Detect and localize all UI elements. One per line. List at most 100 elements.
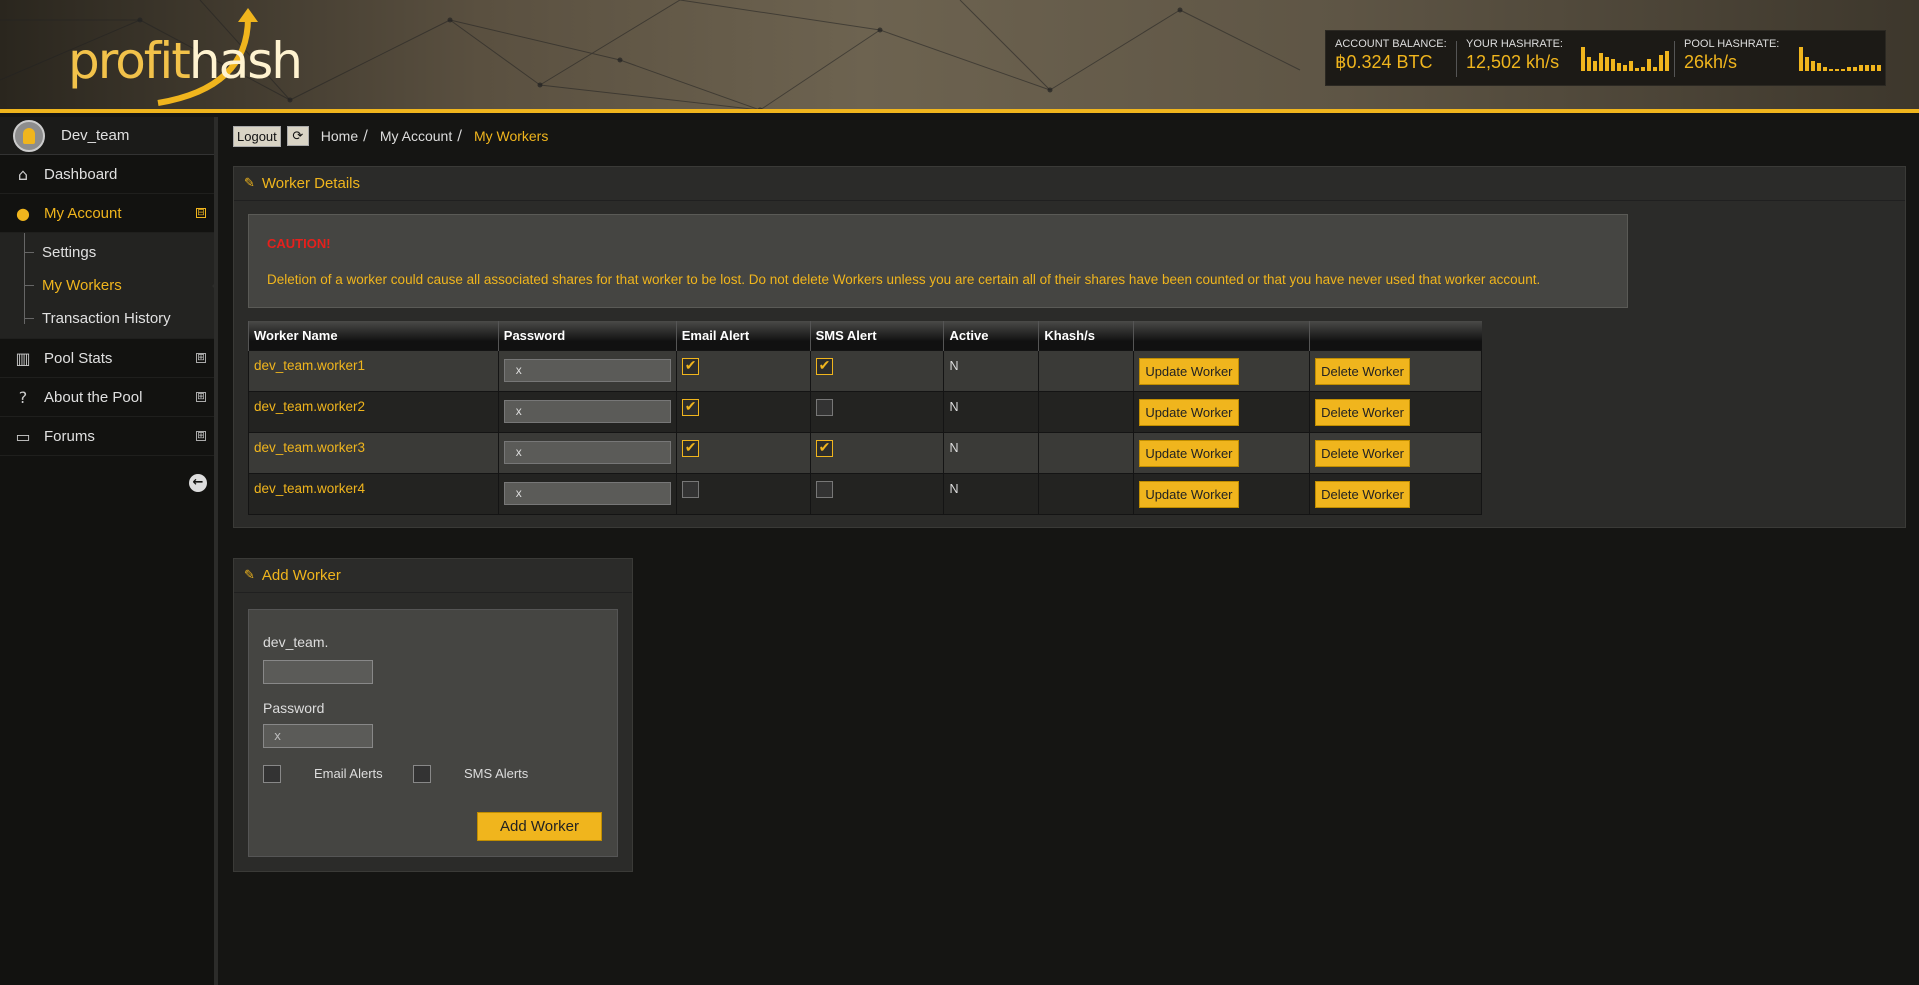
stat-divider xyxy=(1674,41,1675,77)
sidebar-subitem-settings[interactable]: Settings xyxy=(0,236,214,269)
column-header: Khash/s xyxy=(1038,321,1134,350)
email-alert-checkbox[interactable] xyxy=(681,357,699,375)
user-name: Dev_team xyxy=(61,127,130,144)
password-label: Password xyxy=(263,700,325,716)
caution-message: Deletion of a worker could cause all ass… xyxy=(267,272,1541,287)
active-status: N xyxy=(949,440,959,455)
add-worker-button[interactable]: Add Worker xyxy=(477,812,602,841)
sidebar-subitem-transaction-history[interactable]: Transaction History xyxy=(0,302,214,335)
table-row: dev_team.worker4 x N Update Worker Delet… xyxy=(248,472,1482,515)
sms-alert-checkbox[interactable] xyxy=(815,439,833,457)
breadcrumb-my-account[interactable]: My Account xyxy=(380,128,452,144)
expand-toggle-icon[interactable]: ⊞ xyxy=(196,431,206,441)
add-worker-panel: ✎ Add Worker dev_team. Password x Email … xyxy=(233,558,633,872)
sms-alert-checkbox[interactable] xyxy=(815,480,833,498)
question-icon: ? xyxy=(18,387,28,407)
refresh-icon[interactable]: ⟳ xyxy=(286,126,309,146)
table-row: dev_team.worker1 x N Update Worker Delet… xyxy=(248,349,1482,392)
pool-hashrate-label: POOL HASHRATE: xyxy=(1684,38,1780,50)
account-balance-stat: ACCOUNT BALANCE: ฿0.324 BTC xyxy=(1335,38,1447,73)
delete-worker-button[interactable]: Delete Worker xyxy=(1315,357,1410,385)
edit-icon: ✎ xyxy=(244,568,255,583)
password-input[interactable]: x xyxy=(503,399,671,423)
sidebar-item-label: About the Pool xyxy=(44,388,143,406)
active-status: N xyxy=(949,481,959,496)
table-row: dev_team.worker3 x N Update Worker Delet… xyxy=(248,431,1482,474)
pool-hashrate-stat: POOL HASHRATE: 26kh/s xyxy=(1684,38,1779,73)
worker-prefix-label: dev_team. xyxy=(263,634,329,650)
worker-name[interactable]: dev_team.worker4 xyxy=(254,481,365,496)
header: profithash ACCOUNT BALANCE: ฿0.324 BTC Y… xyxy=(0,0,1919,113)
logo-text-hash: hash xyxy=(188,32,303,90)
column-header: Active xyxy=(943,321,1039,350)
breadcrumb-separator: / xyxy=(363,128,368,144)
sidebar-subitem-my-workers[interactable]: My Workers xyxy=(0,269,218,302)
password-input[interactable]: x xyxy=(503,440,671,464)
password-input[interactable]: x xyxy=(503,481,671,505)
logout-button[interactable]: Logout xyxy=(233,125,281,147)
avatar xyxy=(13,119,45,152)
your-hashrate-stat: YOUR HASHRATE: 12,502 kh/s xyxy=(1466,38,1563,73)
user-panel[interactable]: Dev_team xyxy=(0,117,214,155)
worker-name[interactable]: dev_team.worker3 xyxy=(254,440,365,455)
delete-worker-button[interactable]: Delete Worker xyxy=(1315,439,1410,467)
panel-header: ✎ Add Worker xyxy=(234,559,632,593)
sms-alert-checkbox[interactable] xyxy=(815,357,833,375)
worker-name-input[interactable] xyxy=(263,660,373,684)
account-balance-value: ฿0.324 BTC xyxy=(1335,52,1433,72)
worker-details-panel: ✎ Worker Details CAUTION! Deletion of a … xyxy=(233,166,1906,528)
email-alerts-checkbox[interactable] xyxy=(263,765,281,783)
breadcrumb-home[interactable]: Home xyxy=(321,128,358,144)
logo-text-profit: profit xyxy=(68,32,191,90)
sidebar-item-my-account[interactable]: ● My Account ⊟ xyxy=(0,194,214,233)
caution-title: CAUTION! xyxy=(267,236,331,251)
email-alert-checkbox[interactable] xyxy=(681,398,699,416)
sidebar-item-about-the-pool[interactable]: ? About the Pool ⊞ xyxy=(0,378,214,417)
sidebar-item-dashboard[interactable]: ⌂ Dashboard xyxy=(0,155,214,194)
workers-table: Worker Name Password Email Alert SMS Ale… xyxy=(248,321,1482,515)
sidebar-collapse-arrow-icon[interactable]: ← xyxy=(189,474,207,492)
your-hashrate-sparkline xyxy=(1581,45,1669,71)
sms-alerts-label: SMS Alerts xyxy=(464,766,529,781)
password-input[interactable]: x xyxy=(263,724,373,748)
sidebar-item-label: Dashboard xyxy=(44,165,118,183)
panel-header: ✎ Worker Details xyxy=(234,167,1905,201)
update-worker-button[interactable]: Update Worker xyxy=(1139,357,1239,385)
password-input[interactable]: x xyxy=(503,358,671,382)
your-hashrate-value: 12,502 kh/s xyxy=(1466,52,1560,72)
worker-name[interactable]: dev_team.worker2 xyxy=(254,399,365,414)
column-header: Password xyxy=(497,321,677,350)
edit-icon: ✎ xyxy=(244,176,255,191)
active-status: N xyxy=(949,358,959,373)
update-worker-button[interactable]: Update Worker xyxy=(1139,480,1239,508)
add-worker-form: dev_team. Password x Email Alerts SMS Al… xyxy=(248,609,618,857)
delete-worker-button[interactable]: Delete Worker xyxy=(1315,480,1410,508)
bar-chart-icon: ▥ xyxy=(15,348,31,368)
logo-text: profithash xyxy=(68,32,303,90)
active-status: N xyxy=(949,399,959,414)
email-alert-checkbox[interactable] xyxy=(681,439,699,457)
account-balance-label: ACCOUNT BALANCE: xyxy=(1335,38,1447,50)
table-header-row: Worker Name Password Email Alert SMS Ale… xyxy=(248,321,1482,350)
sidebar-item-forums[interactable]: ▭ Forums ⊞ xyxy=(0,417,214,456)
breadcrumb-my-workers: My Workers xyxy=(473,128,549,144)
sms-alert-checkbox[interactable] xyxy=(815,398,833,416)
update-worker-button[interactable]: Update Worker xyxy=(1139,398,1239,426)
sms-alerts-checkbox[interactable] xyxy=(413,765,431,783)
delete-worker-button[interactable]: Delete Worker xyxy=(1315,398,1410,426)
toolbar: Logout ⟳ Home / My Account / My Workers xyxy=(222,117,1919,155)
email-alert-checkbox[interactable] xyxy=(681,480,699,498)
panel-title: Add Worker xyxy=(261,567,341,584)
expand-toggle-icon[interactable]: ⊞ xyxy=(196,353,206,363)
expand-toggle-icon[interactable]: ⊞ xyxy=(196,392,206,402)
column-header xyxy=(1309,321,1482,350)
worker-name[interactable]: dev_team.worker1 xyxy=(254,358,365,373)
user-icon: ● xyxy=(16,203,30,223)
sidebar-item-pool-stats[interactable]: ▥ Pool Stats ⊞ xyxy=(0,339,214,378)
update-worker-button[interactable]: Update Worker xyxy=(1139,439,1239,467)
table-row: dev_team.worker2 x N Update Worker Delet… xyxy=(248,390,1482,433)
collapse-toggle-icon[interactable]: ⊟ xyxy=(196,208,206,218)
my-account-submenu: Settings My Workers Transaction History xyxy=(0,233,218,339)
pool-hashrate-sparkline xyxy=(1799,45,1881,71)
sidebar: Dev_team ⌂ Dashboard ● My Account ⊟ Sett… xyxy=(0,117,218,985)
